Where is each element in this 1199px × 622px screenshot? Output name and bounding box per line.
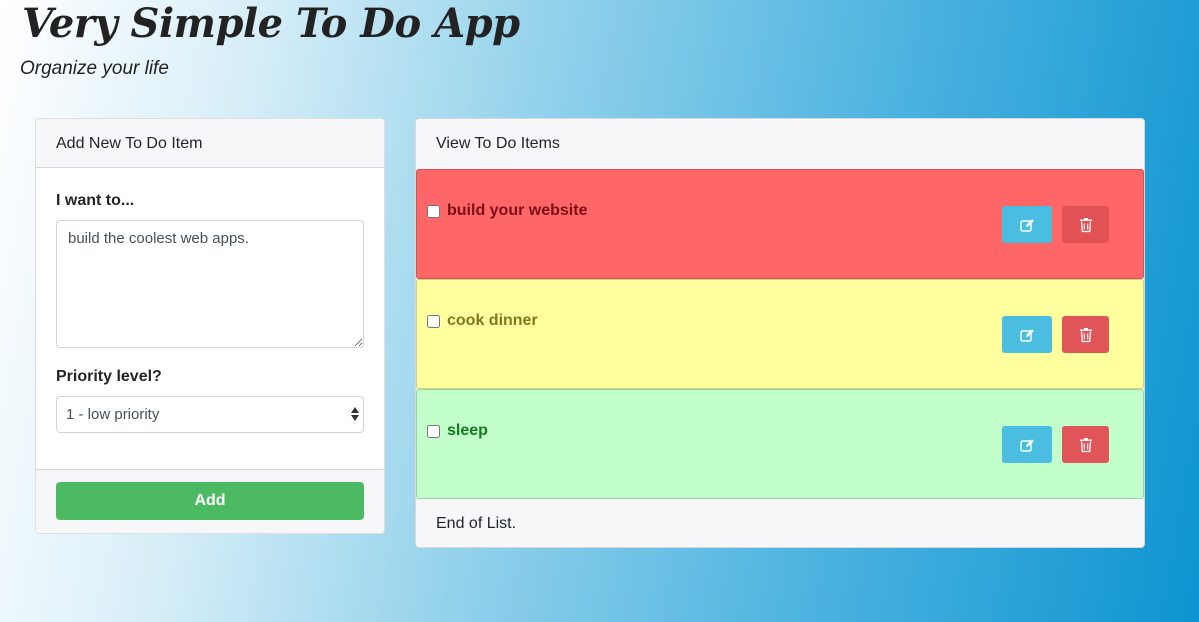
todo-checkbox[interactable] xyxy=(427,205,440,218)
delete-button[interactable] xyxy=(1062,316,1109,353)
select-arrows-icon xyxy=(351,407,359,421)
app-title: Very Simple To Do App xyxy=(22,0,520,47)
trash-icon xyxy=(1079,437,1092,452)
priority-select-value: 1 - low priority xyxy=(66,406,160,423)
app-subtitle: Organize your life xyxy=(20,58,169,79)
pencil-square-icon xyxy=(1020,328,1034,342)
edit-button[interactable] xyxy=(1002,316,1052,353)
todo-list: build your website cook dinner sleep xyxy=(416,169,1144,499)
add-todo-card: Add New To Do Item I want to... build th… xyxy=(35,118,385,534)
todo-checkbox[interactable] xyxy=(427,425,440,438)
todo-checkbox[interactable] xyxy=(427,315,440,328)
add-todo-card-footer: Add xyxy=(36,469,384,533)
add-button[interactable]: Add xyxy=(56,482,364,520)
todo-text-label: I want to... xyxy=(56,192,135,209)
edit-button[interactable] xyxy=(1002,206,1052,243)
list-footer: End of List. xyxy=(436,515,517,532)
delete-button[interactable] xyxy=(1062,426,1109,463)
pencil-square-icon xyxy=(1020,218,1034,232)
add-todo-card-header: Add New To Do Item xyxy=(36,119,384,168)
todo-item-medium: cook dinner xyxy=(416,279,1144,389)
todo-item-low: sleep xyxy=(416,389,1144,499)
trash-icon xyxy=(1079,217,1092,232)
edit-button[interactable] xyxy=(1002,426,1052,463)
todo-item-high: build your website xyxy=(416,169,1144,279)
todo-item-text: sleep xyxy=(447,422,488,439)
view-todo-card-header: View To Do Items xyxy=(416,119,1144,169)
todo-item-text: build your website xyxy=(447,202,588,219)
trash-icon xyxy=(1079,327,1092,342)
todo-item-text: cook dinner xyxy=(447,312,538,329)
pencil-square-icon xyxy=(1020,438,1034,452)
priority-select[interactable]: 1 - low priority xyxy=(56,396,364,433)
priority-label: Priority level? xyxy=(56,368,162,385)
view-todo-card: View To Do Items build your website cook… xyxy=(415,118,1145,548)
delete-button[interactable] xyxy=(1062,206,1109,243)
todo-text-input[interactable]: build the coolest web apps. xyxy=(56,220,364,348)
add-todo-form: I want to... build the coolest web apps.… xyxy=(36,168,384,471)
